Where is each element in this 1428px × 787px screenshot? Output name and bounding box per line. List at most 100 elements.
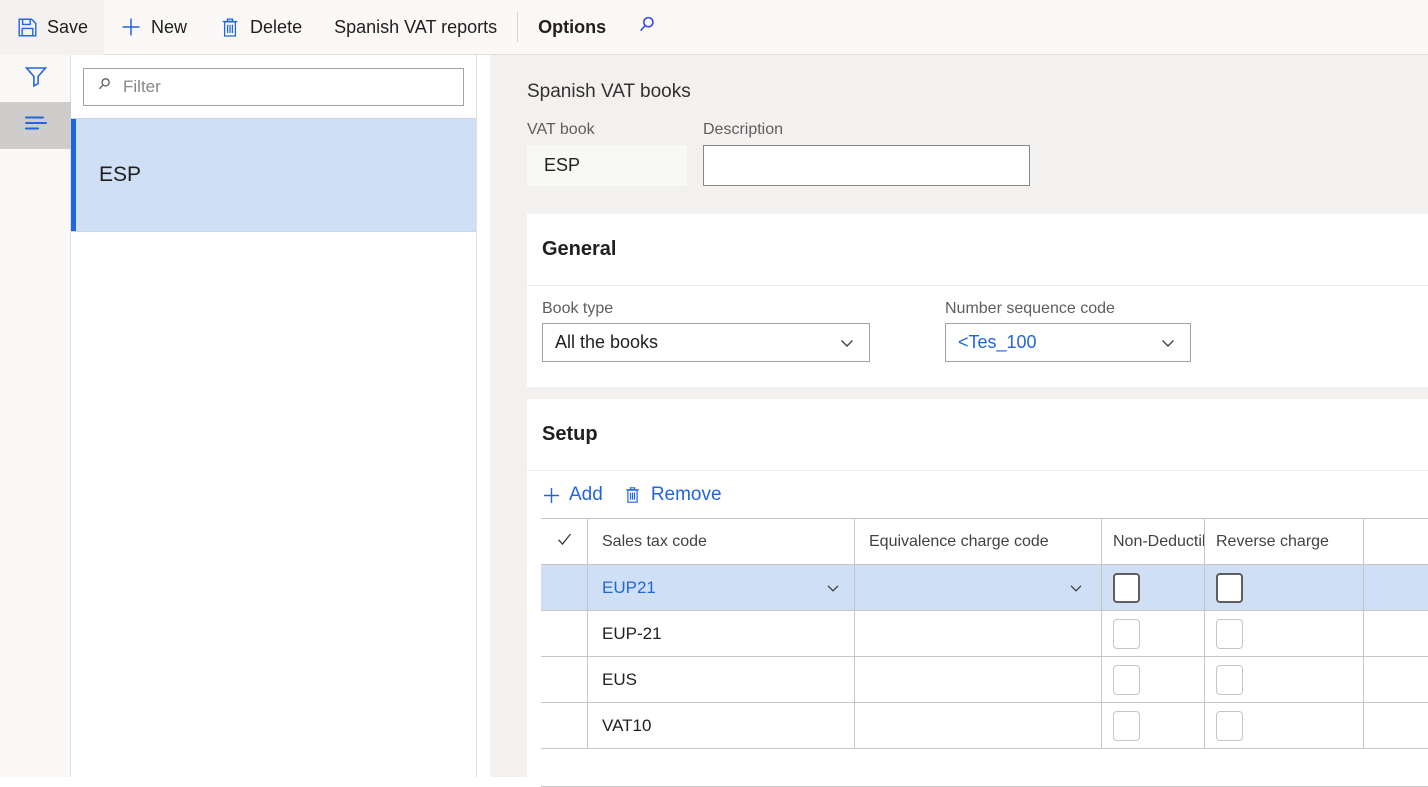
chevron-down-icon: [837, 333, 857, 353]
list-lines-icon: [23, 113, 49, 138]
cell-non-deductible[interactable]: [1102, 565, 1205, 610]
checkmark-icon: [556, 531, 573, 553]
cell-sales-tax-code[interactable]: EUS: [588, 657, 855, 702]
search-icon: [96, 76, 113, 98]
spanish-vat-reports-label: Spanish VAT reports: [334, 17, 497, 38]
plus-icon: [541, 485, 561, 505]
vat-book-label: VAT book: [527, 121, 687, 139]
list-item-label: ESP: [99, 163, 141, 187]
cell-non-deductible[interactable]: [1102, 657, 1205, 702]
table-row[interactable]: EUS: [541, 657, 1428, 703]
book-type-label: Book type: [542, 300, 870, 318]
add-label: Add: [569, 484, 603, 506]
description-input[interactable]: [703, 145, 1030, 186]
new-label: New: [151, 17, 187, 38]
chevron-down-icon[interactable]: [824, 579, 842, 597]
cell-reverse-charge[interactable]: [1205, 703, 1364, 748]
column-header-spacer: [1364, 519, 1428, 564]
column-header-reverse-charge[interactable]: Reverse charge: [1205, 519, 1364, 564]
number-sequence-label: Number sequence code: [945, 300, 1191, 318]
vat-book-value[interactable]: ESP: [527, 145, 687, 186]
select-all-column-header[interactable]: [541, 519, 588, 564]
non-deductible-checkbox[interactable]: [1113, 619, 1140, 649]
general-section-body: Book type All the books Number sequence …: [527, 286, 1428, 362]
setup-section: Setup Add Remove: [527, 399, 1428, 777]
filter-input[interactable]: Filter: [83, 68, 464, 106]
cell-equivalence-charge-code[interactable]: [855, 565, 1102, 610]
table-row[interactable]: VAT10: [541, 703, 1428, 749]
cell-reverse-charge[interactable]: [1205, 565, 1364, 610]
filter-pane-button[interactable]: [0, 55, 71, 102]
number-sequence-field-group: Number sequence code <Tes_100: [945, 300, 1191, 362]
cell-sales-tax-code-value: VAT10: [602, 716, 651, 736]
search-button[interactable]: [622, 0, 672, 55]
reverse-charge-checkbox[interactable]: [1216, 665, 1243, 695]
book-type-field-group: Book type All the books: [542, 300, 870, 362]
cell-sales-tax-code-value: EUP-21: [602, 624, 662, 644]
general-section-title: General: [527, 214, 1428, 286]
cell-non-deductible[interactable]: [1102, 611, 1205, 656]
setup-grid: Sales tax code Equivalence charge code N…: [541, 518, 1428, 787]
cell-sales-tax-code[interactable]: VAT10: [588, 703, 855, 748]
save-label: Save: [47, 17, 88, 38]
cell-equivalence-charge-code[interactable]: [855, 611, 1102, 656]
cell-spacer: [1364, 657, 1428, 702]
cell-reverse-charge[interactable]: [1205, 657, 1364, 702]
header-fields: VAT book ESP Description: [490, 103, 1428, 186]
funnel-filter-icon: [23, 63, 49, 94]
cell-spacer: [1364, 611, 1428, 656]
grid-toolbar: Add Remove: [527, 471, 1428, 518]
trash-icon: [219, 16, 241, 38]
cell-sales-tax-code-value: EUS: [602, 670, 637, 690]
cell-sales-tax-code-value: EUP21: [602, 578, 656, 598]
delete-button[interactable]: Delete: [203, 0, 318, 55]
row-select-cell[interactable]: [541, 611, 588, 656]
options-tab[interactable]: Options: [522, 0, 622, 55]
delete-label: Delete: [250, 17, 302, 38]
command-bar: Save New Delete Spanish VAT reports Opti…: [0, 0, 1428, 55]
add-button[interactable]: Add: [541, 484, 603, 506]
description-field-group: Description: [703, 121, 1030, 186]
table-row[interactable]: EUP-21: [541, 611, 1428, 657]
row-select-cell[interactable]: [541, 657, 588, 702]
cell-equivalence-charge-code[interactable]: [855, 657, 1102, 702]
remove-label: Remove: [651, 484, 722, 506]
column-header-equivalence-charge-code[interactable]: Equivalence charge code: [855, 519, 1102, 564]
cell-equivalence-charge-code[interactable]: [855, 703, 1102, 748]
non-deductible-checkbox[interactable]: [1113, 711, 1140, 741]
toolbar-divider: [517, 12, 518, 42]
column-header-sales-tax-code[interactable]: Sales tax code: [588, 519, 855, 564]
reverse-charge-checkbox[interactable]: [1216, 573, 1243, 603]
left-icon-rail: [0, 55, 71, 777]
filter-placeholder: Filter: [123, 77, 161, 97]
spanish-vat-reports-button[interactable]: Spanish VAT reports: [318, 0, 513, 55]
description-label: Description: [703, 121, 1030, 139]
filter-area: Filter: [71, 55, 476, 118]
non-deductible-checkbox[interactable]: [1113, 665, 1140, 695]
reverse-charge-checkbox[interactable]: [1216, 619, 1243, 649]
cell-spacer: [1364, 703, 1428, 748]
chevron-down-icon[interactable]: [1067, 579, 1085, 597]
save-floppy-icon: [16, 16, 38, 38]
remove-button[interactable]: Remove: [623, 484, 722, 506]
row-select-cell[interactable]: [541, 565, 588, 610]
cell-non-deductible[interactable]: [1102, 703, 1205, 748]
reverse-charge-checkbox[interactable]: [1216, 711, 1243, 741]
table-row[interactable]: EUP21: [541, 565, 1428, 611]
list-pane-button[interactable]: [0, 102, 71, 149]
book-type-dropdown[interactable]: All the books: [542, 323, 870, 362]
trash-icon: [623, 485, 643, 505]
column-header-non-deductible[interactable]: Non-Deductibl...: [1102, 519, 1205, 564]
non-deductible-checkbox[interactable]: [1113, 573, 1140, 603]
cell-sales-tax-code[interactable]: EUP21: [588, 565, 855, 610]
save-button[interactable]: Save: [0, 0, 104, 55]
options-label: Options: [538, 17, 606, 38]
book-type-value: All the books: [555, 332, 658, 353]
chevron-down-icon: [1158, 333, 1178, 353]
row-select-cell[interactable]: [541, 703, 588, 748]
cell-reverse-charge[interactable]: [1205, 611, 1364, 656]
new-button[interactable]: New: [104, 0, 203, 55]
number-sequence-dropdown[interactable]: <Tes_100: [945, 323, 1191, 362]
cell-sales-tax-code[interactable]: EUP-21: [588, 611, 855, 656]
list-item[interactable]: ESP: [71, 118, 476, 232]
